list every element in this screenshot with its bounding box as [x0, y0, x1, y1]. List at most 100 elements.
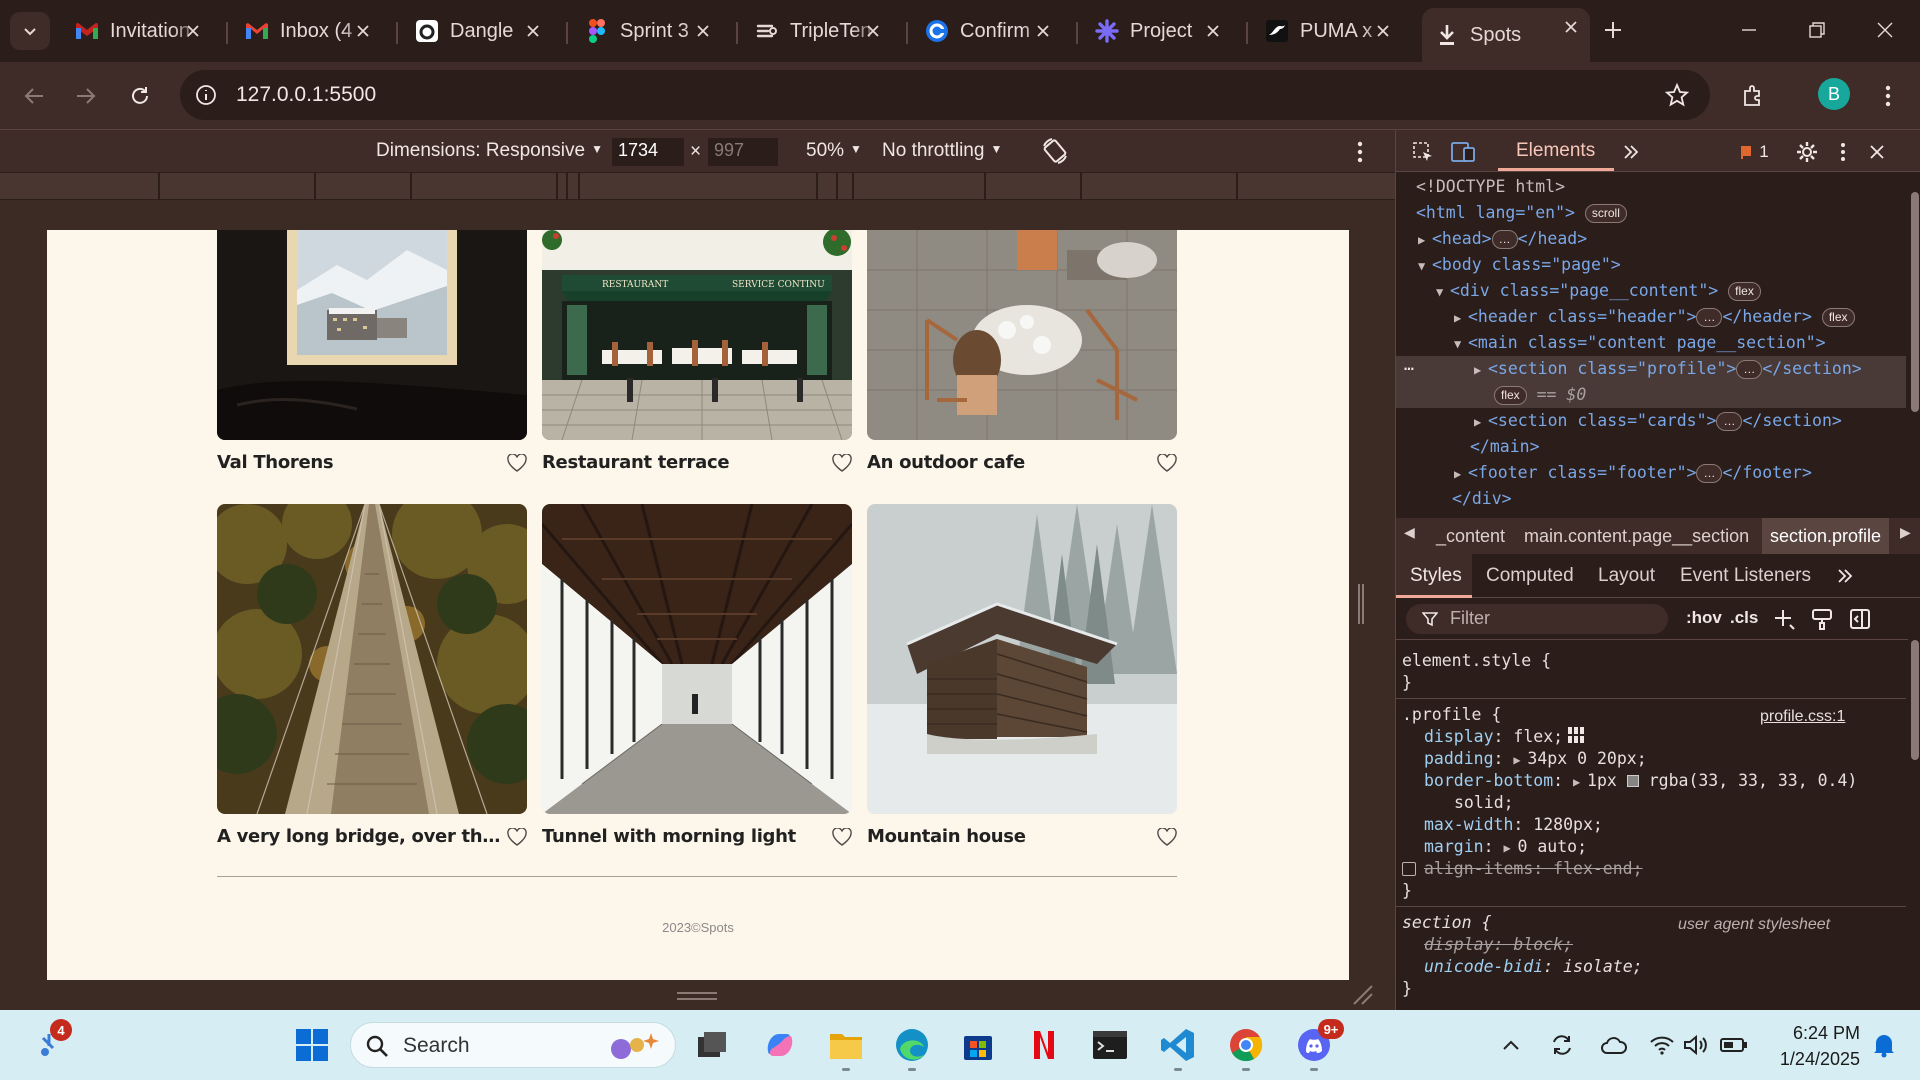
- dom-node-page-content[interactable]: ▼ <div class="page__content"> flex: [1396, 278, 1906, 304]
- edge-button[interactable]: [890, 1023, 934, 1067]
- close-icon[interactable]: [862, 20, 884, 42]
- dom-node-main-close[interactable]: </main>: [1396, 434, 1906, 460]
- rotate-icon[interactable]: [1040, 136, 1070, 166]
- tab-elements[interactable]: Elements: [1516, 140, 1595, 162]
- card-image[interactable]: [217, 504, 527, 814]
- tab-styles[interactable]: Styles: [1410, 565, 1462, 587]
- dom-node-section-profile-selected[interactable]: ⋯ ▶ <section class="profile">… </section> …: [1396, 356, 1906, 408]
- expand-arrow-icon[interactable]: ▶: [1503, 837, 1517, 859]
- expand-arrow-icon[interactable]: ▶: [1454, 461, 1468, 487]
- styles-pane[interactable]: element.style { } .profile { profile.css…: [1396, 640, 1906, 1010]
- viewport-width-input[interactable]: 1734: [612, 138, 684, 166]
- decl-max-width[interactable]: max-width: 1280px;: [1424, 814, 1603, 836]
- breadcrumb-item[interactable]: _content: [1436, 526, 1505, 547]
- close-devtools-icon[interactable]: [1864, 139, 1890, 165]
- show-hidden-icons-button[interactable]: [1496, 1023, 1526, 1067]
- heart-icon[interactable]: [507, 453, 527, 472]
- viewport-resize-handle[interactable]: [677, 990, 717, 1002]
- browser-tab-project[interactable]: Project: [1082, 12, 1232, 50]
- card-image[interactable]: [867, 504, 1177, 814]
- rule-section-selector[interactable]: section {: [1402, 912, 1491, 934]
- decl-border-bottom[interactable]: border-bottom: ▶ 1px rgba(33, 33, 33, 0.4…: [1424, 770, 1857, 792]
- close-window-button[interactable]: [1860, 10, 1910, 50]
- taskbar-clock[interactable]: 6:24 PM 1/24/2025: [1770, 1020, 1860, 1072]
- tab-computed[interactable]: Computed: [1486, 565, 1574, 587]
- browser-tab-sprint[interactable]: Sprint 3: [572, 12, 722, 50]
- flex-editor-icon[interactable]: [1567, 726, 1585, 744]
- scrollbar-thumb[interactable]: [1911, 192, 1919, 412]
- close-icon[interactable]: [1560, 16, 1582, 38]
- viewport-height-input[interactable]: 997: [708, 138, 778, 166]
- store-button[interactable]: [956, 1023, 1000, 1067]
- breadcrumb-scroll-right-icon[interactable]: ▶: [1900, 524, 1911, 541]
- forward-button[interactable]: [68, 78, 104, 114]
- breadcrumb-scroll-left-icon[interactable]: ◀: [1404, 524, 1415, 541]
- dimensions-dropdown[interactable]: Dimensions: Responsive ▼: [376, 140, 603, 162]
- heart-icon[interactable]: [507, 827, 527, 846]
- flex-badge[interactable]: flex: [1821, 308, 1855, 327]
- weather-widget[interactable]: 4: [28, 1019, 72, 1067]
- battery-tray-button[interactable]: [1718, 1023, 1750, 1067]
- tab-layout[interactable]: Layout: [1598, 565, 1655, 587]
- rule-source-link[interactable]: profile.css:1: [1760, 706, 1845, 728]
- profile-avatar[interactable]: B: [1818, 78, 1850, 110]
- flex-badge[interactable]: flex: [1494, 386, 1527, 405]
- close-icon[interactable]: [1372, 20, 1394, 42]
- dom-tree-scrollbar[interactable]: [1908, 172, 1920, 518]
- restore-button[interactable]: [1792, 10, 1842, 50]
- class-toggle[interactable]: .cls: [1730, 608, 1758, 628]
- rule-profile-selector[interactable]: .profile {: [1402, 704, 1501, 726]
- browser-tab-inbox[interactable]: Inbox (4: [232, 12, 382, 50]
- more-options-icon[interactable]: [1356, 140, 1364, 164]
- tab-event-listeners[interactable]: Event Listeners: [1680, 565, 1811, 587]
- heart-icon[interactable]: [1157, 827, 1177, 846]
- inspect-icon[interactable]: [1410, 139, 1436, 165]
- reload-button[interactable]: [122, 78, 158, 114]
- scroll-badge[interactable]: scroll: [1584, 204, 1627, 223]
- more-tabs-icon[interactable]: [1836, 567, 1854, 585]
- extensions-button[interactable]: [1736, 78, 1772, 114]
- notifications-button[interactable]: [1868, 1023, 1900, 1067]
- styles-scrollbar[interactable]: [1908, 610, 1920, 1010]
- close-icon[interactable]: [182, 20, 204, 42]
- expand-arrow-icon[interactable]: ▶: [1573, 771, 1587, 793]
- decl-display[interactable]: display: flex;: [1424, 726, 1585, 748]
- star-icon[interactable]: [1664, 82, 1690, 108]
- discord-button[interactable]: 9+: [1292, 1019, 1344, 1067]
- card-image[interactable]: [867, 230, 1177, 440]
- browser-menu-button[interactable]: [1870, 78, 1906, 114]
- dom-node-body[interactable]: ▼ <body class="page">: [1396, 252, 1906, 278]
- breadcrumb-item[interactable]: main.content.page__section: [1524, 526, 1749, 547]
- expand-arrow-icon[interactable]: ▶: [1513, 749, 1527, 771]
- ellipsis-badge[interactable]: …: [1736, 360, 1763, 379]
- sync-tray-button[interactable]: [1546, 1023, 1578, 1067]
- wifi-tray-button[interactable]: [1646, 1023, 1678, 1067]
- issues-badge[interactable]: 1: [1734, 139, 1774, 165]
- copilot-button[interactable]: [758, 1023, 802, 1067]
- chrome-button[interactable]: [1224, 1023, 1268, 1067]
- browser-tab-puma[interactable]: PUMA x: [1252, 12, 1402, 50]
- card-image[interactable]: [542, 504, 852, 814]
- onedrive-tray-button[interactable]: [1598, 1023, 1630, 1067]
- device-toggle-icon[interactable]: [1450, 139, 1476, 165]
- node-actions-icon[interactable]: ⋯: [1404, 356, 1414, 382]
- expand-arrow-icon[interactable]: ▶: [1418, 227, 1432, 253]
- zoom-dropdown[interactable]: 50% ▼: [806, 140, 862, 162]
- dom-node-footer[interactable]: ▶ <footer class="footer">… </footer>: [1396, 460, 1906, 486]
- hover-state-toggle[interactable]: :hov: [1686, 608, 1722, 628]
- flex-badge[interactable]: flex: [1728, 282, 1761, 301]
- card-image[interactable]: [217, 230, 527, 440]
- close-icon[interactable]: [692, 20, 714, 42]
- card-image[interactable]: RESTAURANT SERVICE CONTINU: [542, 230, 852, 440]
- decl-margin[interactable]: margin: ▶ 0 auto;: [1424, 836, 1587, 858]
- collapse-arrow-icon[interactable]: ▼: [1436, 279, 1450, 305]
- settings-gear-icon[interactable]: [1794, 139, 1820, 165]
- toggle-sidebar-icon[interactable]: [1848, 607, 1872, 631]
- dom-node-doctype[interactable]: <!DOCTYPE html>: [1396, 174, 1906, 200]
- expand-arrow-icon[interactable]: ▶: [1474, 357, 1488, 383]
- expand-arrow-icon[interactable]: ▶: [1474, 409, 1488, 435]
- start-button[interactable]: [290, 1023, 334, 1067]
- task-view-button[interactable]: [690, 1023, 734, 1067]
- corner-resize-icon[interactable]: [1350, 982, 1374, 1006]
- heart-icon[interactable]: [1157, 453, 1177, 472]
